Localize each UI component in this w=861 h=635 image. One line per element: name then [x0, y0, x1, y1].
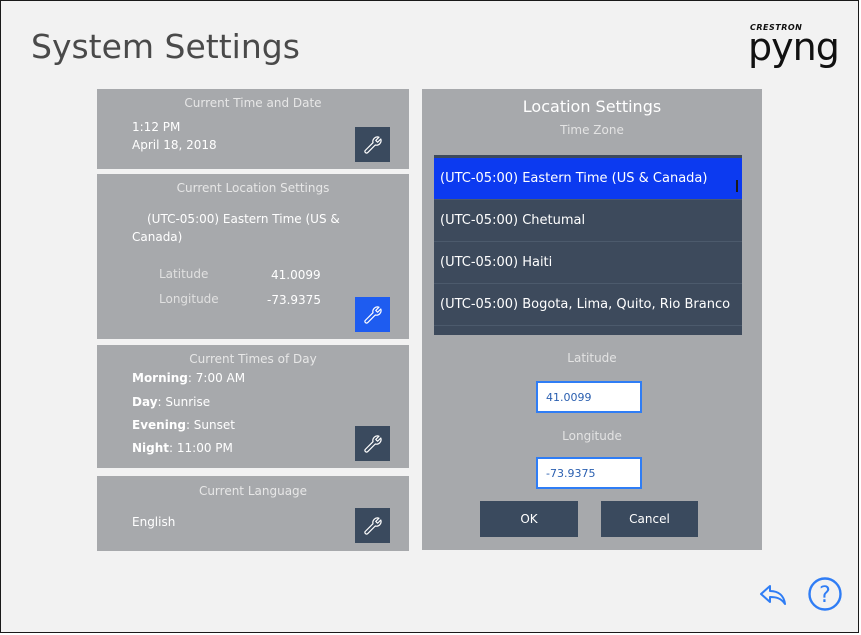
ok-button[interactable]: OK — [480, 501, 578, 537]
edit-location-button[interactable] — [355, 297, 390, 332]
latitude-input[interactable]: 41.0099 — [536, 381, 642, 413]
longitude-field-label: Longitude — [562, 429, 622, 443]
location-settings-title: Location Settings — [522, 97, 662, 116]
day-value: : Sunrise — [157, 395, 211, 409]
help-icon: ? — [808, 577, 842, 611]
day-label: Day — [132, 395, 158, 409]
location-settings-dialog: Location Settings Time Zone (UTC-05:00) … — [422, 89, 762, 550]
page-title: System Settings — [31, 27, 300, 66]
longitude-input[interactable]: -73.9375 — [536, 457, 642, 489]
times-of-day-panel: Current Times of Day Morning: 7:00 AM Da… — [97, 345, 409, 468]
timezone-option[interactable]: (UTC-05:00) Haiti — [434, 242, 742, 284]
latitude-input-value: 41.0099 — [546, 390, 592, 404]
longitude-input-value: -73.9375 — [546, 466, 596, 480]
night-label: Night — [132, 441, 170, 455]
wrench-icon — [363, 305, 382, 324]
longitude-label: Longitude — [159, 292, 219, 306]
timezone-option-selected[interactable]: (UTC-05:00) Eastern Time (US & Canada) — [434, 158, 742, 200]
language-title: Current Language — [198, 484, 308, 498]
current-date: April 18, 2018 — [132, 138, 217, 152]
morning-value: : 7:00 AM — [187, 371, 246, 385]
longitude-value: -73.9375 — [267, 293, 321, 307]
timezone-option[interactable]: (UTC-05:00) Bogota, Lima, Quito, Rio Bra… — [434, 284, 742, 326]
svg-text:?: ? — [819, 583, 831, 608]
timezone-option-label: (UTC-05:00) Eastern Time (US & Canada) — [440, 171, 708, 186]
wrench-icon — [363, 516, 382, 535]
timezone-option-label: (UTC-05:00) Bogota, Lima, Quito, Rio Bra… — [440, 297, 731, 312]
timezone-option-label: (UTC-05:00) Haiti — [440, 255, 553, 270]
location-panel-title: Current Location Settings — [176, 181, 330, 195]
timezone-label: Time Zone — [560, 123, 624, 137]
crestron-pyng-logo: CRESTRON pyng — [748, 23, 840, 69]
help-button[interactable]: ? — [807, 576, 843, 612]
morning-label: Morning — [132, 371, 188, 385]
language-value: English — [132, 515, 176, 529]
language-panel: Current Language English — [97, 476, 409, 551]
day-row: Day: Sunrise — [132, 394, 210, 410]
latitude-label: Latitude — [159, 267, 209, 281]
evening-value: : Sunset — [185, 418, 235, 432]
logo-word: pyng — [748, 25, 840, 69]
latitude-field-label: Latitude — [567, 351, 617, 365]
edit-time-button[interactable] — [355, 127, 390, 162]
night-value: : 11:00 PM — [169, 441, 233, 455]
back-button[interactable] — [757, 578, 789, 610]
evening-row: Evening: Sunset — [132, 417, 235, 433]
time-date-panel: Current Time and Date 1:12 PM April 18, … — [97, 89, 409, 169]
location-timezone-line2: Canada) — [132, 230, 183, 244]
edit-times-button[interactable] — [355, 426, 390, 461]
wrench-icon — [363, 135, 382, 154]
app-frame: System Settings CRESTRON pyng Current Ti… — [0, 0, 859, 633]
timezone-list[interactable]: (UTC-05:00) Eastern Time (US & Canada) (… — [434, 155, 742, 335]
timezone-list-scrollbar[interactable] — [736, 180, 738, 192]
location-timezone-line1: (UTC-05:00) Eastern Time (US & — [147, 212, 340, 226]
timezone-option-label: (UTC-05:00) Chetumal — [440, 213, 586, 228]
wrench-icon — [363, 434, 382, 453]
night-row: Night: 11:00 PM — [132, 440, 233, 456]
edit-language-button[interactable] — [355, 508, 390, 543]
latitude-value: 41.0099 — [271, 268, 321, 282]
timezone-option[interactable]: (UTC-05:00) Chetumal — [434, 200, 742, 242]
current-time: 1:12 PM — [132, 120, 181, 134]
location-panel: Current Location Settings (UTC-05:00) Ea… — [97, 174, 409, 339]
cancel-button[interactable]: Cancel — [601, 501, 698, 537]
times-of-day-title: Current Times of Day — [189, 352, 317, 366]
back-arrow-icon — [760, 585, 786, 605]
time-date-title: Current Time and Date — [184, 96, 322, 110]
evening-label: Evening — [132, 418, 186, 432]
morning-row: Morning: 7:00 AM — [132, 370, 245, 386]
